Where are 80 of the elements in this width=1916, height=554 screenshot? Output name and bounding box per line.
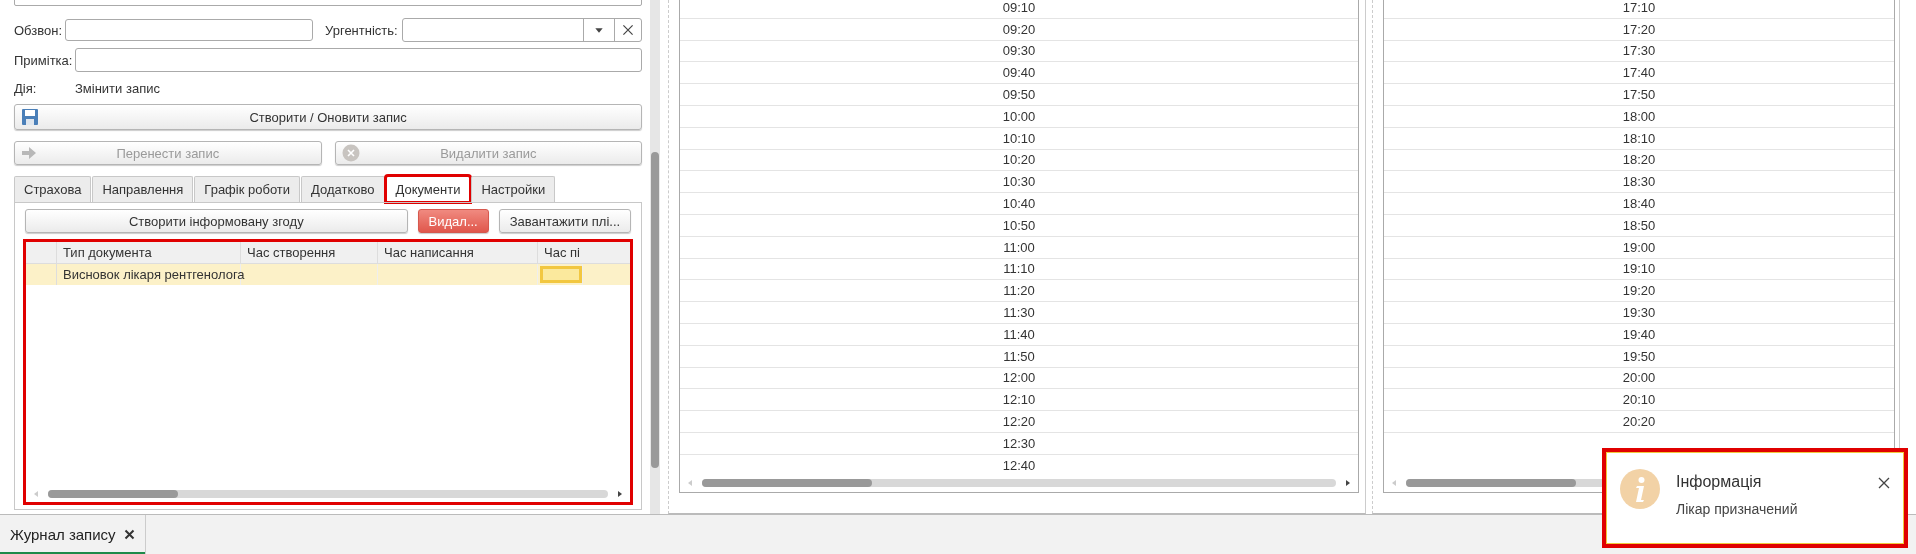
time-slot[interactable]: 09:20 [1002, 21, 1036, 37]
time-slot[interactable]: 11:00 [1003, 239, 1035, 255]
time-slot[interactable]: 18:50 [1622, 217, 1656, 233]
time-slot[interactable]: 10:50 [1002, 217, 1036, 233]
column-header[interactable]: Час пі [538, 242, 583, 263]
time-slot[interactable]: 17:50 [1622, 87, 1656, 103]
tab[interactable]: Документи [385, 176, 471, 202]
field-label: Обзвон: [14, 22, 62, 38]
time-slot[interactable]: 19:40 [1622, 326, 1656, 342]
scrollbar[interactable] [650, 0, 660, 514]
cross-circle-icon [341, 144, 360, 162]
column-header[interactable]: Тип документа [57, 242, 241, 263]
tab[interactable]: Направлення [92, 176, 194, 202]
time-slot[interactable]: 18:40 [1622, 196, 1656, 212]
time-slot[interactable]: 10:10 [1002, 130, 1036, 146]
time-slot[interactable]: 10:30 [1002, 174, 1036, 190]
column-header[interactable]: Час створення [241, 242, 378, 263]
input-field[interactable] [65, 19, 313, 41]
tab[interactable]: Графік роботи [194, 176, 301, 202]
time-slot[interactable]: 18:10 [1622, 130, 1656, 146]
time-slot[interactable]: 19:20 [1622, 283, 1656, 299]
time-slot[interactable]: 11:50 [1003, 348, 1035, 364]
info-icon [1620, 469, 1660, 509]
field-label: Дія: [14, 80, 38, 96]
time-slot[interactable]: 20:10 [1622, 392, 1656, 408]
tab[interactable]: Настройки [471, 176, 556, 202]
time-slot[interactable]: 17:10 [1622, 0, 1656, 15]
time-slot[interactable]: 10:00 [1002, 108, 1036, 124]
time-slot[interactable]: 12:00 [1002, 370, 1036, 386]
time-slot[interactable]: 17:20 [1622, 21, 1656, 37]
tab[interactable]: Страхова [14, 176, 92, 202]
time-slot[interactable]: 19:30 [1622, 305, 1656, 321]
time-slot[interactable]: 10:20 [1002, 152, 1036, 168]
table-row[interactable]: Висновок лікаря рентгенолога [26, 264, 631, 285]
arrow-right-icon [21, 146, 37, 160]
time-slot[interactable]: 11:20 [1003, 283, 1035, 299]
time-slot[interactable]: 19:00 [1622, 239, 1656, 255]
scroll-left-icon[interactable] [1390, 479, 1398, 487]
action-button[interactable]: Створити інформовану згоду [25, 209, 408, 233]
close-icon[interactable] [1878, 477, 1890, 489]
time-slot[interactable]: 18:00 [1622, 108, 1656, 124]
time-slot[interactable]: 11:10 [1003, 261, 1035, 277]
table-cell: Висновок лікаря рентгенолога [63, 267, 245, 282]
time-slot[interactable]: 20:00 [1622, 370, 1656, 386]
close-icon[interactable] [123, 529, 135, 540]
time-slot[interactable]: 09:50 [1002, 87, 1036, 103]
scroll-left-icon[interactable] [686, 479, 694, 487]
time-slot[interactable]: 10:40 [1002, 196, 1036, 212]
tab[interactable]: Додатково [301, 176, 385, 202]
save-button[interactable]: Створити / Оновити запис [14, 104, 643, 130]
notification-title: Інформація [1676, 473, 1763, 491]
document-tab[interactable]: Журнал запису [0, 515, 146, 554]
time-slot[interactable]: 19:10 [1622, 261, 1656, 277]
time-slot[interactable]: 09:10 [1002, 0, 1036, 15]
time-slot[interactable]: 20:20 [1622, 414, 1656, 430]
notification-message: Лікар призначений [1676, 501, 1799, 517]
time-slot[interactable]: 11:40 [1003, 326, 1035, 342]
field-label: Примітка: [14, 52, 73, 68]
time-slot[interactable]: 18:20 [1622, 152, 1656, 168]
time-slot[interactable]: 12:10 [1002, 392, 1036, 408]
time-slot[interactable]: 09:30 [1002, 43, 1036, 59]
scrollbar[interactable] [48, 490, 609, 498]
time-slot[interactable]: 12:40 [1002, 457, 1036, 473]
combo-field[interactable] [401, 18, 643, 42]
time-slot[interactable]: 09:40 [1002, 65, 1036, 81]
time-slot[interactable]: 17:40 [1622, 65, 1656, 81]
time-slot[interactable]: 19:50 [1622, 348, 1656, 364]
column-header[interactable]: Час написання [378, 242, 538, 263]
time-slot[interactable]: 18:30 [1622, 174, 1656, 190]
action-button[interactable]: Завантажити плі... [498, 209, 632, 233]
time-slot[interactable]: 17:30 [1622, 43, 1656, 59]
time-slot[interactable]: 11:30 [1003, 305, 1035, 321]
scrollbar[interactable] [702, 479, 1336, 487]
input-field[interactable] [75, 48, 643, 72]
field-value: Змінити запис [75, 80, 160, 96]
scroll-left-icon[interactable] [32, 490, 40, 498]
time-slot[interactable]: 12:20 [1002, 414, 1036, 430]
scroll-right-icon[interactable] [1344, 479, 1352, 487]
time-slot[interactable]: 12:30 [1002, 435, 1036, 451]
field-label: Ургентність: [325, 22, 398, 38]
